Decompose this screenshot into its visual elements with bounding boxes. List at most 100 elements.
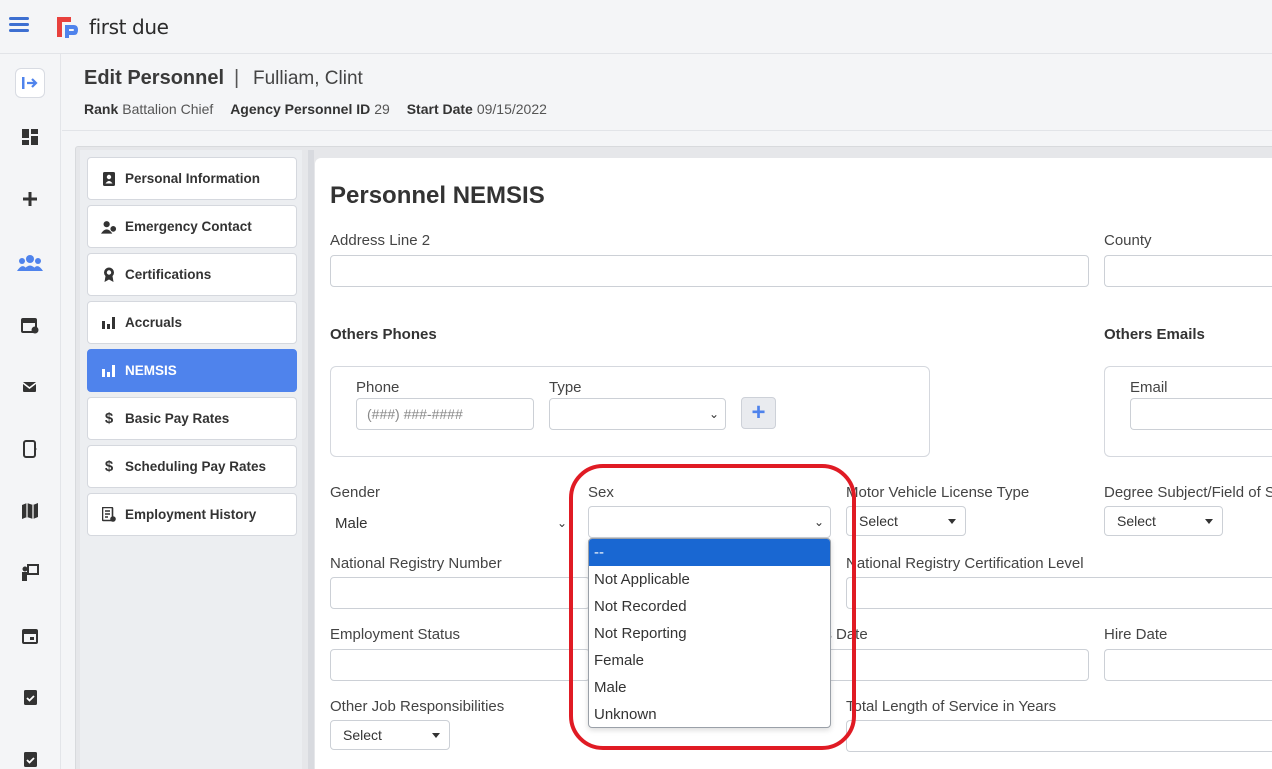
other-job-select[interactable]: Select [330,720,450,750]
total-service-input[interactable] [846,720,1272,752]
exit-icon[interactable] [15,68,45,98]
phone-label: Phone [356,379,400,396]
menu-item-nemsis[interactable]: NEMSIS [87,349,297,392]
nrcl-label: National Registry Certification Level [846,555,1084,572]
sex-select[interactable]: ⌄ [588,506,831,538]
menu-item-basic-pay-rates[interactable]: $ Basic Pay Rates [87,397,297,440]
top-bar: first due [0,0,1272,54]
menu-item-label: Certifications [125,267,212,282]
gender-value: Male [335,514,368,532]
dollar-icon: $ [104,410,114,427]
people-icon[interactable] [15,248,45,278]
map-icon[interactable] [15,496,45,526]
sex-option[interactable]: Not Reporting [589,620,830,647]
other-job-value: Select [343,727,382,743]
document-icon [101,507,117,523]
phone-input[interactable]: (###) ###-#### [356,398,534,430]
menu-item-scheduling-pay-rates[interactable]: $ Scheduling Pay Rates [87,445,297,488]
degree-value: Select [1117,513,1156,529]
device-icon[interactable] [15,434,45,464]
menu-item-label: Emergency Contact [125,219,252,234]
employment-status-input[interactable] [330,649,590,681]
chevron-down-icon: ⌄ [813,515,824,529]
panel-divider [308,150,314,769]
menu-item-certifications[interactable]: Certifications [87,253,297,296]
gender-select[interactable]: Male ⌄ [330,507,573,539]
type-label: Type [549,379,582,396]
hire-date-input[interactable] [1104,649,1272,681]
dashboard-icon[interactable] [15,122,45,152]
sex-option[interactable]: Female [589,647,830,674]
section-title: Personnel NEMSIS [330,182,545,209]
start-date-label: Start Date [406,101,473,117]
email-input[interactable] [1130,398,1272,430]
degree-label: Degree Subject/Field of St [1104,484,1272,501]
clipboard-check-icon[interactable] [15,744,45,769]
menu-item-label: NEMSIS [125,363,177,378]
mv-license-label: Motor Vehicle License Type [846,484,1030,501]
chevron-down-icon: ⌄ [556,516,567,530]
degree-select[interactable]: Select [1104,506,1223,536]
plus-icon: + [751,399,766,426]
logo-text: first due [89,15,169,39]
calendar-icon[interactable] [15,620,45,650]
mail-icon[interactable] [15,372,45,402]
title-separator: | [234,67,240,89]
sex-option[interactable]: Not Recorded [589,593,830,620]
add-phone-button[interactable]: + [741,397,776,429]
menu-item-label: Scheduling Pay Rates [125,459,267,474]
mv-license-select[interactable]: Select [846,506,966,536]
caret-down-icon [432,732,440,738]
bar-chart-icon [101,363,117,379]
menu-item-label: Employment History [125,507,257,522]
gender-label: Gender [330,484,381,501]
nrn-label: National Registry Number [330,555,502,572]
menu-item-emergency-contact[interactable]: Emergency Contact [87,205,297,248]
caret-down-icon [1205,518,1213,524]
menu-item-personal-information[interactable]: Personal Information [87,157,297,200]
email-label: Email [1130,379,1168,396]
sex-label: Sex [588,484,614,501]
agency-id-value: 29 [374,101,390,117]
nrn-input[interactable] [330,577,590,609]
menu-item-accruals[interactable]: Accruals [87,301,297,344]
phone-type-select[interactable]: ⌄ [549,398,726,430]
id-badge-icon [101,171,117,187]
clipboard-check-icon[interactable] [15,682,45,712]
app-logo[interactable]: first due [54,14,169,40]
nrcl-input[interactable] [846,577,1272,609]
mv-license-value: Select [859,513,898,529]
employment-status-label: Employment Status [330,626,461,643]
county-input[interactable] [1104,255,1272,287]
calendar-user-icon[interactable] [15,310,45,340]
sex-option[interactable]: Male [589,674,830,701]
plus-icon[interactable] [15,184,45,214]
menu-item-label: Accruals [125,315,183,330]
first-due-logo-icon [57,17,78,38]
personnel-meta: Rank Battalion Chief Agency Personnel ID 2… [84,101,560,117]
dollar-icon: $ [104,458,114,475]
chevron-down-icon: ⌄ [708,407,719,421]
others-phones-label: Others Phones [330,326,437,343]
menu-item-employment-history[interactable]: Employment History [87,493,297,536]
status-date-input[interactable] [820,649,1089,681]
hamburger-menu-icon[interactable] [9,17,29,33]
rank-value: Battalion Chief [122,101,214,117]
menu-item-label: Personal Information [125,171,261,186]
start-date-value: 09/15/2022 [476,101,547,117]
agency-id-label: Agency Personnel ID [230,101,371,117]
award-icon [101,267,117,283]
county-label: County [1104,232,1152,249]
address-line2-input[interactable] [330,255,1089,287]
sex-option[interactable]: Unknown [589,701,830,727]
total-service-label: Total Length of Service in Years [846,698,1057,715]
rank-label: Rank [84,101,119,117]
phone-placeholder: (###) ###-#### [367,406,463,422]
person-name: Fulliam, Clint [253,68,363,89]
sex-dropdown-list: -- Not Applicable Not Recorded Not Repor… [588,538,831,728]
sex-option[interactable]: Not Applicable [589,566,830,593]
presentation-icon[interactable] [15,558,45,588]
others-emails-label: Others Emails [1104,326,1205,343]
sex-option[interactable]: -- [589,539,830,566]
contact-icon [101,219,117,235]
